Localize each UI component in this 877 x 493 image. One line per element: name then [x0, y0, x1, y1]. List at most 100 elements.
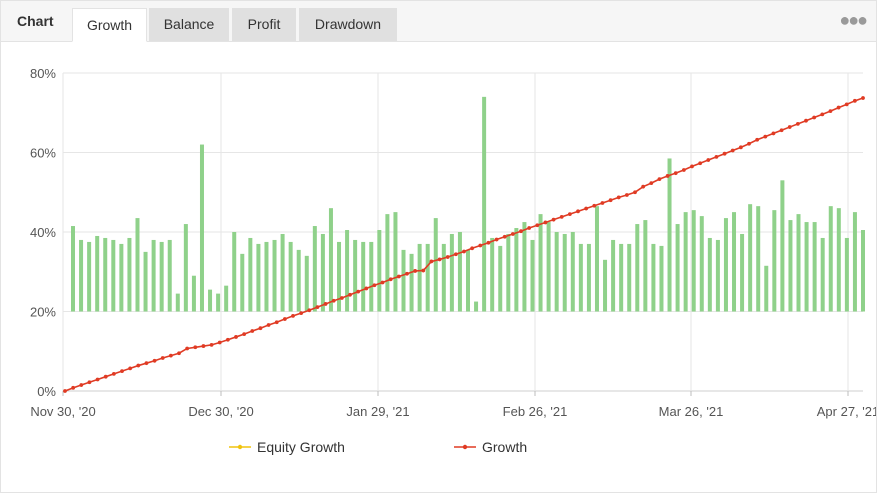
growth-point	[812, 115, 817, 120]
bar	[796, 214, 801, 312]
growth-point	[396, 274, 401, 279]
bar	[675, 224, 680, 312]
growth-point	[111, 372, 116, 376]
x-tick-label: Mar 26, '21	[659, 404, 724, 419]
bar	[216, 293, 221, 312]
bar	[377, 230, 382, 312]
growth-point	[71, 385, 76, 390]
growth-point	[738, 145, 743, 150]
bar	[409, 253, 414, 312]
bar	[232, 232, 237, 312]
bar	[812, 222, 817, 312]
growth-point	[160, 356, 165, 360]
growth-point	[681, 168, 686, 172]
growth-point	[299, 311, 304, 315]
bar	[586, 243, 591, 312]
growth-chart: 0% 20% 40% 60% 80% Nov 30, '20 Dec 30, '…	[30, 66, 876, 419]
y-tick-label: 60%	[30, 146, 56, 161]
growth-point	[63, 389, 67, 393]
tab-bar: Chart Growth Balance Profit Drawdown ●●●	[1, 1, 876, 42]
bar	[562, 233, 567, 312]
bar	[474, 301, 479, 312]
bar	[95, 235, 100, 312]
growth-point	[779, 128, 784, 133]
growth-point	[527, 226, 532, 230]
growth-point	[282, 317, 287, 321]
bar	[603, 259, 608, 312]
bar	[498, 245, 503, 312]
bar	[119, 243, 124, 312]
bar	[715, 239, 720, 312]
bar	[635, 224, 640, 312]
growth-point	[576, 209, 580, 214]
bar	[393, 212, 398, 312]
growth-point	[405, 271, 409, 276]
growth-point	[136, 363, 141, 368]
growth-point	[364, 286, 369, 291]
bar	[643, 220, 648, 312]
growth-point	[323, 302, 328, 306]
growth-point	[185, 346, 190, 351]
bar	[151, 239, 156, 312]
bar	[87, 241, 92, 312]
bar	[836, 208, 841, 312]
bar	[296, 249, 301, 312]
growth-point	[95, 377, 100, 382]
x-tick-label: Jan 29, '21	[346, 404, 409, 419]
bar	[594, 206, 599, 312]
tab-drawdown[interactable]: Drawdown	[299, 8, 397, 41]
growth-point	[437, 257, 442, 262]
bar	[683, 212, 688, 312]
bar	[619, 243, 624, 312]
tab-balance[interactable]: Balance	[149, 8, 229, 41]
bar	[183, 224, 188, 312]
growth-point	[722, 151, 727, 156]
bar	[417, 243, 422, 312]
growth-point	[519, 229, 523, 234]
growth-point	[315, 305, 320, 310]
bar	[127, 237, 132, 312]
growth-point	[649, 181, 654, 186]
growth-point	[551, 217, 556, 222]
widget-title: Chart	[17, 13, 54, 29]
bar	[449, 233, 454, 312]
growth-point	[820, 112, 825, 117]
growth-point	[87, 380, 92, 385]
growth-point	[730, 148, 735, 153]
growth-point	[209, 342, 214, 347]
bar	[288, 241, 293, 312]
x-tick-label: Feb 26, '21	[503, 404, 568, 419]
bar	[546, 222, 551, 312]
more-dots-icon[interactable]: ●●●	[839, 10, 868, 31]
growth-point	[836, 105, 841, 110]
bar	[780, 180, 785, 312]
chart-widget: Chart Growth Balance Profit Drawdown ●●●…	[0, 0, 877, 493]
growth-point	[559, 214, 564, 219]
tab-growth[interactable]: Growth	[72, 8, 147, 42]
bar	[71, 226, 75, 312]
bar	[256, 243, 261, 312]
growth-point	[217, 340, 222, 345]
bar	[159, 241, 164, 312]
growth-point	[339, 296, 344, 300]
bar	[264, 241, 269, 312]
growth-point	[584, 206, 589, 211]
bar	[627, 243, 632, 312]
bar	[280, 233, 285, 312]
bar	[554, 232, 559, 312]
bar	[199, 144, 204, 312]
growth-point	[234, 335, 238, 339]
growth-point	[225, 337, 230, 342]
bar	[433, 218, 438, 312]
bar	[651, 243, 656, 312]
y-axis: 0% 20% 40% 60% 80%	[30, 66, 56, 399]
bar	[723, 218, 728, 312]
growth-point	[755, 137, 760, 142]
tab-profit[interactable]: Profit	[232, 8, 296, 41]
growth-point	[861, 96, 865, 100]
bar	[828, 206, 833, 312]
bar	[103, 237, 108, 312]
growth-point	[665, 174, 670, 178]
bar	[482, 96, 487, 312]
growth-point	[624, 193, 629, 197]
